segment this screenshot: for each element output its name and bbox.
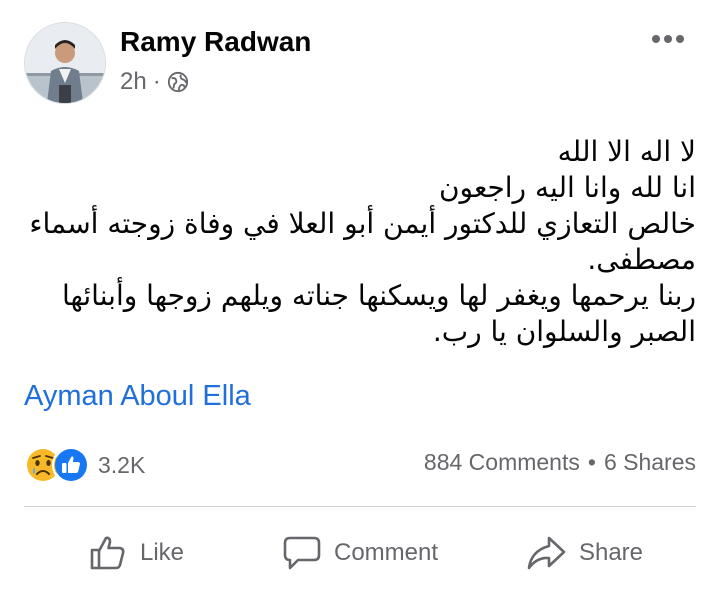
post-line: الصبر والسلوان يا رب. (432, 315, 696, 348)
post-line: لا اله الا الله (557, 135, 696, 168)
tagged-user-link[interactable]: Ayman Aboul Ella (24, 380, 251, 413)
like-button[interactable]: Like (24, 520, 248, 586)
post-line: خالص التعازي للدكتور أيمن أبو العلا في و… (29, 207, 696, 240)
comment-label: Comment (333, 539, 439, 566)
post-line: ربنا يرحمها ويغفر لها ويسكنها جناته ويله… (61, 279, 696, 312)
engagement-stats: 884 Comments • 6 Shares (424, 449, 696, 476)
divider (24, 506, 696, 507)
meta-separator: · (152, 68, 161, 95)
post-line: مصطفى. (587, 243, 696, 276)
post-actions-bar: Like Comment Share (24, 520, 696, 586)
more-options-button[interactable] (646, 24, 690, 54)
reactions-summary[interactable]: 3.2K (24, 446, 145, 484)
post-text: لا اله الا الله انا لله وانا اليه راجعون… (24, 134, 696, 350)
more-dot-icon (676, 35, 684, 43)
reactions-count: 3.2K (98, 451, 146, 478)
like-label: Like (139, 539, 185, 566)
post-line: انا لله وانا اليه راجعون (438, 171, 696, 204)
author-avatar[interactable] (24, 22, 106, 104)
globe-icon (167, 71, 188, 93)
comment-bubble-icon (283, 536, 321, 570)
share-arrow-icon (527, 536, 566, 570)
shares-count-link[interactable]: 6 Shares (604, 449, 696, 476)
avatar-photo (25, 23, 105, 103)
stats-separator: • (587, 449, 596, 475)
share-label: Share (578, 539, 644, 566)
thumbs-up-icon (90, 536, 125, 570)
more-dot-icon (664, 35, 672, 43)
more-dot-icon (652, 35, 660, 43)
like-reaction-icon (52, 446, 90, 484)
comments-count-link[interactable]: 884 Comments (424, 449, 580, 476)
author-name[interactable]: Ramy Radwan (120, 26, 311, 58)
post-meta: 2h · (120, 68, 189, 96)
share-button[interactable]: Share (472, 520, 696, 586)
post-time[interactable]: 2h (120, 68, 147, 96)
comment-button[interactable]: Comment (248, 520, 472, 586)
